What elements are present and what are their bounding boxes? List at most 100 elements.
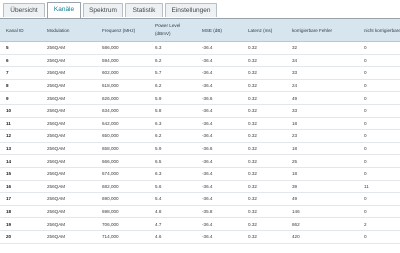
cell-mse: -36.4 <box>196 217 242 231</box>
cell-modulation: 256QAM <box>41 66 96 80</box>
cell-latenz: 0.32 <box>242 167 286 181</box>
table-row: 7 256QAM 602,000 5.7 -36.4 0.32 33 0 <box>0 66 400 80</box>
cell-frequenz: 634,000 <box>96 104 149 118</box>
cell-power-level: 5.9 <box>149 142 196 156</box>
table-row: 20 256QAM 714,000 4.6 -36.4 0.32 420 0 <box>0 230 400 244</box>
cell-power-level: 6.2 <box>149 79 196 93</box>
cell-mse: -36.4 <box>196 192 242 206</box>
cell-power-level: 5.8 <box>149 104 196 118</box>
header-mse[interactable]: MSE (dB) <box>196 19 242 42</box>
cell-korrigierbare-fehler: 32 <box>286 41 358 55</box>
header-power-level[interactable]: Power Level (dBmV) <box>149 19 196 42</box>
cell-latenz: 0.32 <box>242 66 286 80</box>
cell-frequenz: 594,000 <box>96 54 149 68</box>
channels-table: Kanal ID Modulation Frequenz (MHz) Power… <box>0 19 400 244</box>
cell-korrigierbare-fehler: 146 <box>286 205 358 219</box>
table-row: 17 256QAM 690,000 5.4 -36.4 0.32 49 0 <box>0 192 400 206</box>
header-modulation[interactable]: Modulation <box>41 19 96 42</box>
table-row: 13 256QAM 658,000 5.9 -36.6 0.32 18 0 <box>0 142 400 156</box>
cell-nicht-korrigierbare-fehler: 11 <box>358 180 400 194</box>
cell-korrigierbare-fehler: 18 <box>286 117 358 131</box>
table-header-row: Kanal ID Modulation Frequenz (MHz) Power… <box>0 19 400 42</box>
cell-korrigierbare-fehler: 23 <box>286 129 358 143</box>
cell-power-level: 6.3 <box>149 167 196 181</box>
table-row: 19 256QAM 706,000 4.7 -36.4 0.32 862 2 <box>0 217 400 231</box>
tab-spektrum[interactable]: Spektrum <box>83 3 123 17</box>
cell-korrigierbare-fehler: 33 <box>286 104 358 118</box>
cell-power-level: 5.7 <box>149 66 196 80</box>
header-korrigierbare-fehler[interactable]: korrigierbare Fehler <box>286 19 358 42</box>
header-latenz[interactable]: Latenz (ms) <box>242 19 286 42</box>
cell-korrigierbare-fehler: 25 <box>286 154 358 168</box>
header-frequenz[interactable]: Frequenz (MHz) <box>96 19 149 42</box>
table-row: 12 256QAM 650,000 6.2 -36.4 0.32 23 0 <box>0 129 400 143</box>
cell-frequenz: 674,000 <box>96 167 149 181</box>
cell-nicht-korrigierbare-fehler: 0 <box>358 41 400 55</box>
header-nicht-korrigierbare-fehler[interactable]: nicht korrigierbare Fehler <box>358 19 400 42</box>
cell-mse: -36.4 <box>196 66 242 80</box>
cell-frequenz: 658,000 <box>96 142 149 156</box>
cell-power-level: 5.6 <box>149 180 196 194</box>
cell-korrigierbare-fehler: 24 <box>286 79 358 93</box>
cell-korrigierbare-fehler: 34 <box>286 54 358 68</box>
tab-bar: Übersicht Kanäle Spektrum Statistik Eins… <box>0 0 400 19</box>
cell-frequenz: 714,000 <box>96 230 149 244</box>
cell-frequenz: 698,000 <box>96 205 149 219</box>
tab-einstellungen[interactable]: Einstellungen <box>165 3 217 17</box>
cell-mse: -36.4 <box>196 117 242 131</box>
cell-modulation: 256QAM <box>41 91 96 105</box>
cell-latenz: 0.32 <box>242 91 286 105</box>
cell-frequenz: 602,000 <box>96 66 149 80</box>
cell-nicht-korrigierbare-fehler: 0 <box>358 192 400 206</box>
cell-kanal-id: 15 <box>0 167 41 181</box>
cell-power-level: 6.3 <box>149 41 196 55</box>
cell-nicht-korrigierbare-fehler: 2 <box>358 217 400 231</box>
cell-modulation: 256QAM <box>41 129 96 143</box>
cell-latenz: 0.32 <box>242 117 286 131</box>
tab-statistik[interactable]: Statistik <box>125 3 163 17</box>
cell-power-level: 6.2 <box>149 129 196 143</box>
tab-kanaele[interactable]: Kanäle <box>47 2 81 18</box>
cell-mse: -36.4 <box>196 230 242 244</box>
table-row: 11 256QAM 642,000 6.3 -36.4 0.32 18 0 <box>0 117 400 131</box>
cell-nicht-korrigierbare-fehler: 0 <box>358 129 400 143</box>
cell-nicht-korrigierbare-fehler: 0 <box>358 66 400 80</box>
cell-modulation: 256QAM <box>41 180 96 194</box>
cell-nicht-korrigierbare-fehler: 0 <box>358 205 400 219</box>
cell-frequenz: 586,000 <box>96 41 149 55</box>
header-power-level-unit: (dBmV) <box>155 31 171 36</box>
table-row: 15 256QAM 674,000 6.3 -36.4 0.32 18 0 <box>0 167 400 181</box>
cell-kanal-id: 5 <box>0 41 41 55</box>
cell-frequenz: 618,000 <box>96 79 149 93</box>
cell-korrigierbare-fehler: 862 <box>286 217 358 231</box>
table-row: 5 256QAM 586,000 6.3 -36.4 0.32 32 0 <box>0 41 400 55</box>
cell-korrigierbare-fehler: 49 <box>286 91 358 105</box>
tab-uebersicht[interactable]: Übersicht <box>3 3 45 17</box>
cell-mse: -36.4 <box>196 104 242 118</box>
cell-mse: -36.4 <box>196 167 242 181</box>
cell-kanal-id: 12 <box>0 129 41 143</box>
cell-latenz: 0.32 <box>242 154 286 168</box>
cell-latenz: 0.32 <box>242 192 286 206</box>
table-row: 10 256QAM 634,000 5.8 -36.4 0.32 33 0 <box>0 104 400 118</box>
cell-modulation: 256QAM <box>41 79 96 93</box>
cell-latenz: 0.32 <box>242 180 286 194</box>
cell-kanal-id: 20 <box>0 230 41 244</box>
cell-latenz: 0.32 <box>242 230 286 244</box>
cell-power-level: 5.4 <box>149 192 196 206</box>
cell-modulation: 256QAM <box>41 54 96 68</box>
table-row: 9 256QAM 626,000 5.9 -36.6 0.32 49 0 <box>0 91 400 105</box>
cell-mse: -36.4 <box>196 79 242 93</box>
header-kanal-id[interactable]: Kanal ID <box>0 19 41 42</box>
cell-power-level: 6.2 <box>149 54 196 68</box>
cell-korrigierbare-fehler: 33 <box>286 66 358 80</box>
cell-frequenz: 690,000 <box>96 192 149 206</box>
cell-mse: -36.6 <box>196 91 242 105</box>
cell-latenz: 0.32 <box>242 104 286 118</box>
cell-modulation: 256QAM <box>41 154 96 168</box>
cell-nicht-korrigierbare-fehler: 0 <box>358 154 400 168</box>
cell-kanal-id: 16 <box>0 180 41 194</box>
cell-nicht-korrigierbare-fehler: 0 <box>358 167 400 181</box>
cell-mse: -36.4 <box>196 154 242 168</box>
cell-kanal-id: 10 <box>0 104 41 118</box>
